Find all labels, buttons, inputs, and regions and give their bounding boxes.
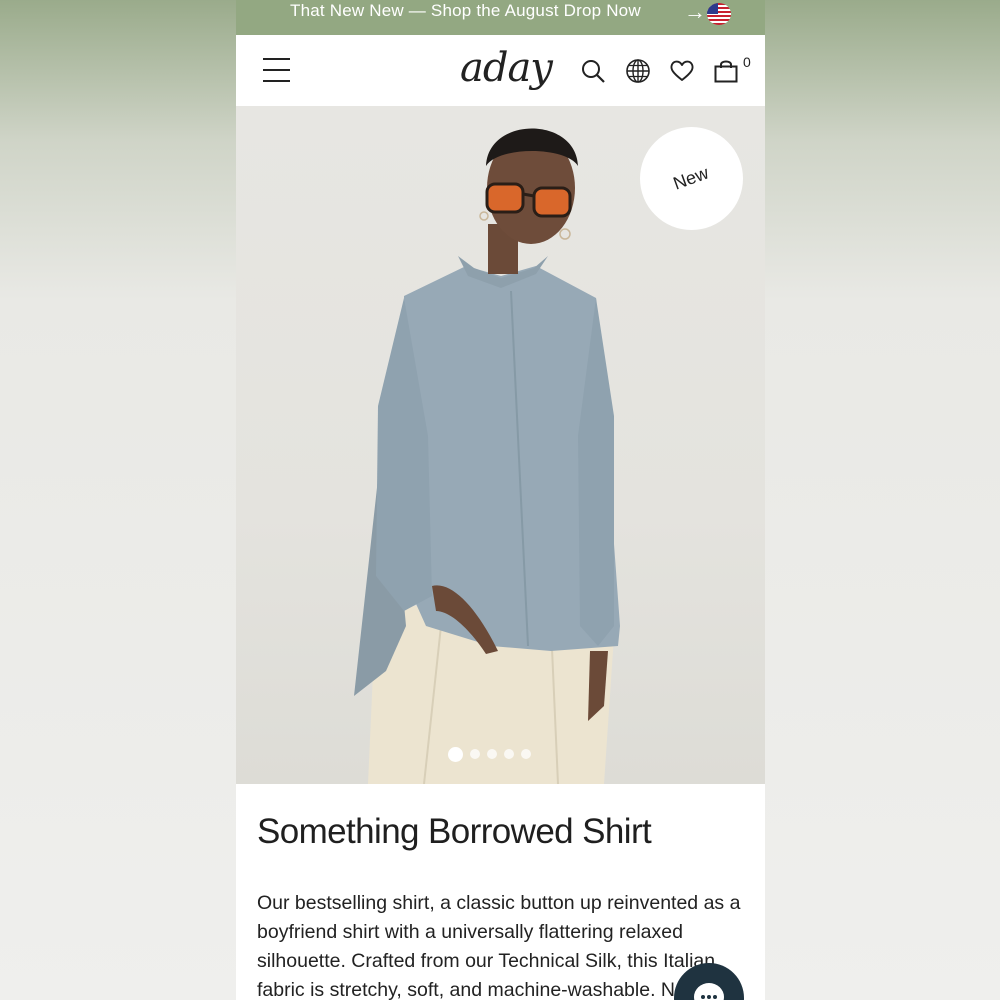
- carousel-dot[interactable]: [487, 749, 497, 759]
- backdrop-left: [0, 0, 236, 1000]
- carousel-dot[interactable]: [521, 749, 531, 759]
- backdrop-right: [765, 0, 1000, 1000]
- carousel-dots: [448, 746, 531, 762]
- product-description: Our bestselling shirt, a classic button …: [257, 892, 741, 1000]
- chat-icon[interactable]: [694, 983, 724, 1000]
- globe-icon[interactable]: [625, 58, 651, 84]
- site-header: aday 0: [236, 35, 765, 106]
- arrow-right-icon[interactable]: →: [684, 0, 706, 25]
- shopping-bag-icon[interactable]: [713, 58, 739, 84]
- product-image-carousel[interactable]: New: [236, 106, 765, 784]
- carousel-dot[interactable]: [470, 749, 480, 759]
- promo-text[interactable]: That New New — Shop the August Drop Now: [290, 1, 641, 21]
- us-flag-icon[interactable]: [707, 3, 731, 25]
- cart-count: 0: [743, 54, 751, 70]
- menu-icon[interactable]: [263, 58, 290, 82]
- brand-logo[interactable]: aday: [460, 45, 553, 91]
- promo-banner[interactable]: That New New — Shop the August Drop Now …: [236, 0, 765, 35]
- new-badge-label: New: [670, 162, 712, 194]
- carousel-dot[interactable]: [448, 746, 463, 762]
- product-title: Something Borrowed Shirt: [257, 812, 652, 851]
- new-badge: New: [640, 127, 743, 230]
- sunglasses: [485, 182, 525, 214]
- carousel-dot[interactable]: [504, 749, 514, 759]
- search-icon[interactable]: [580, 58, 606, 84]
- mobile-page: That New New — Shop the August Drop Now …: [236, 0, 765, 1000]
- heart-icon[interactable]: [669, 58, 695, 84]
